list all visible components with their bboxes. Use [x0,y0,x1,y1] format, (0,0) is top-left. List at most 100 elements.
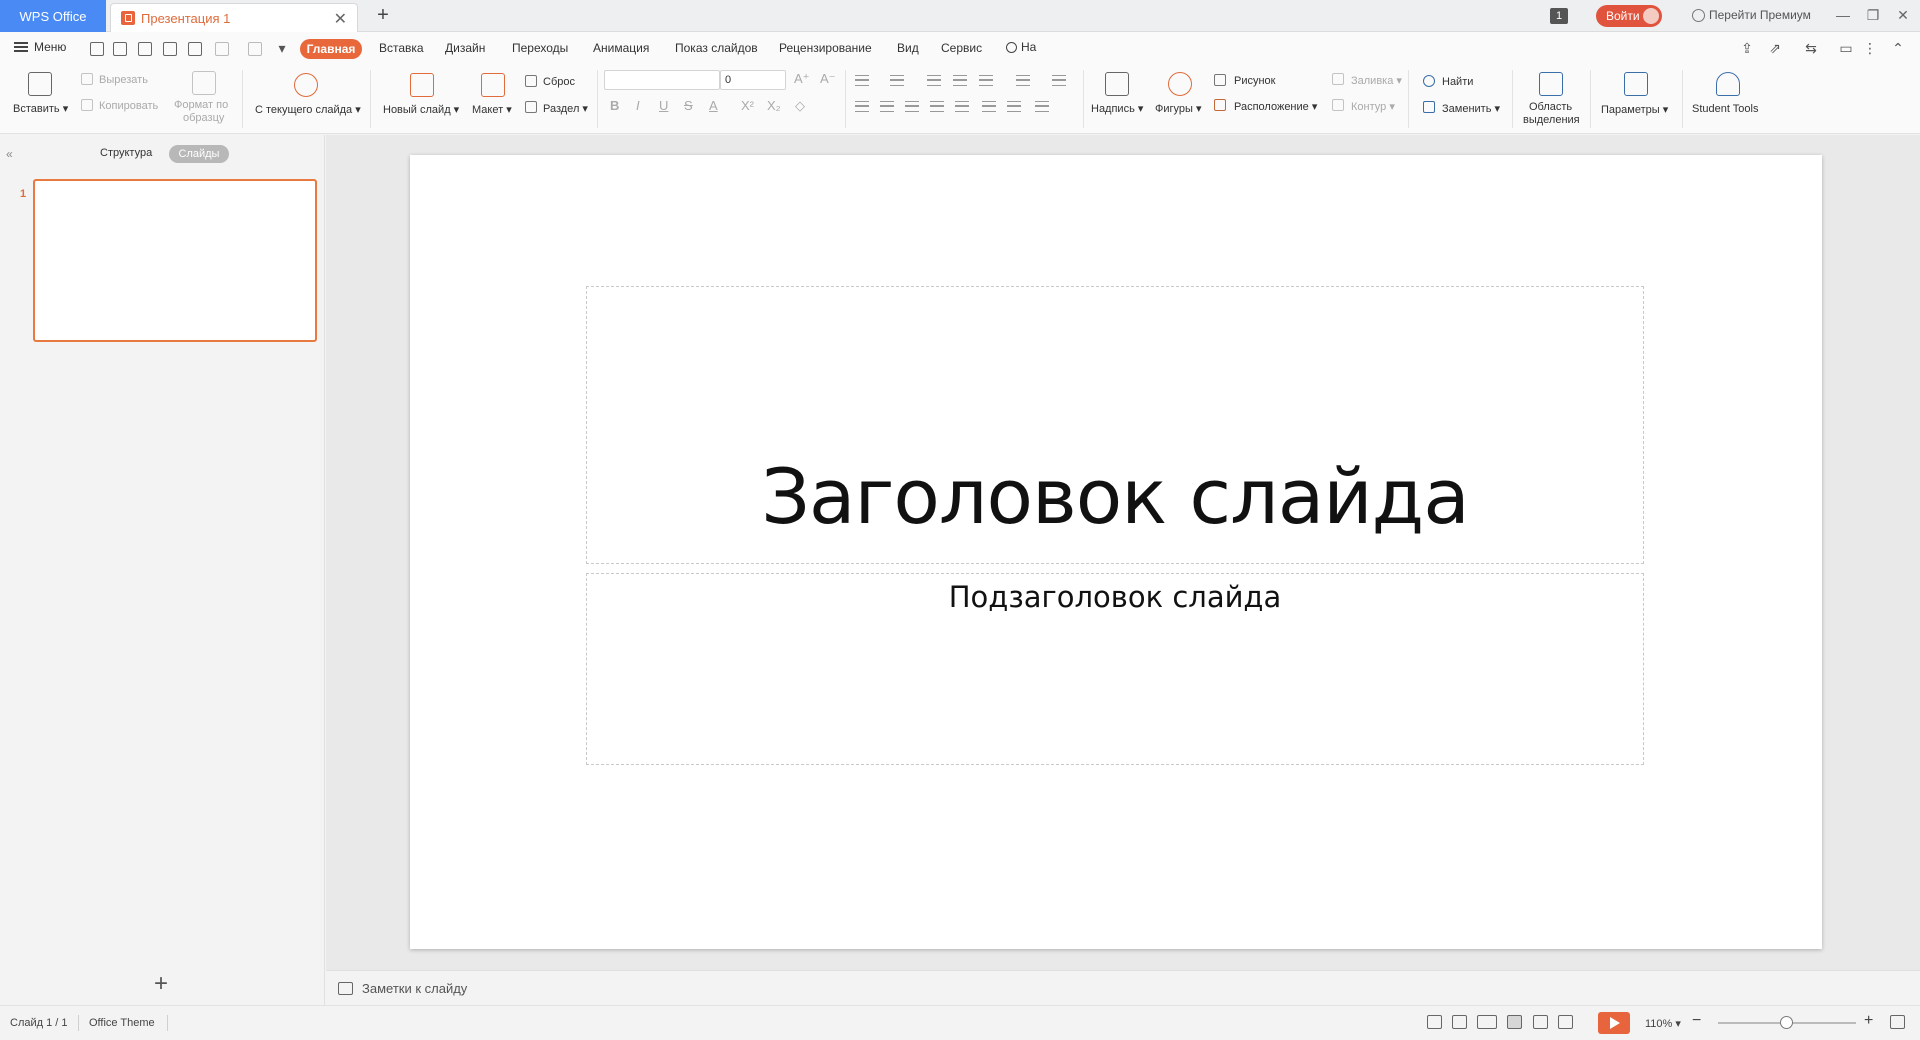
normal-view-icon[interactable] [1507,1015,1522,1029]
slide-sorter-icon[interactable] [1533,1015,1548,1029]
copy-button[interactable]: Копировать [99,100,158,112]
quick-access-dropdown-icon[interactable]: ▾ [274,41,290,55]
zoom-slider-handle[interactable] [1780,1016,1793,1029]
line-spacing-icon[interactable] [982,101,996,112]
decrease-font-icon[interactable]: A⁻ [820,71,836,87]
reading-view-icon[interactable] [1558,1015,1573,1029]
collapse-ribbon-icon[interactable]: ⌃ [1890,41,1906,55]
undo-icon[interactable] [215,42,229,56]
font-size-field[interactable]: 0 [720,70,786,90]
shapes-button[interactable]: Фигуры ▾ [1155,102,1202,115]
tab-animation[interactable]: Анимация [593,41,649,55]
numbering-icon[interactable] [890,75,904,86]
text-direction-icon[interactable] [979,75,993,86]
slideshow-play-button[interactable] [1598,1012,1630,1034]
subscript-icon[interactable]: X₂ [767,98,781,113]
tab-slides[interactable]: Слайды [169,145,229,163]
close-window-icon[interactable]: ✕ [1892,5,1914,25]
document-tab[interactable]: Презентация 1 ✕ [110,3,358,32]
redo-icon[interactable] [248,42,262,56]
strikethrough-icon[interactable]: S [684,98,693,113]
picture-button[interactable]: Рисунок [1234,75,1276,87]
format-brush-icon[interactable] [138,42,152,56]
tab-slideshow[interactable]: Показ слайдов [675,41,758,55]
replace-button[interactable]: Заменить ▾ [1442,102,1500,115]
selection-pane-line2[interactable]: выделения [1523,114,1580,126]
notification-badge[interactable]: 1 [1550,8,1568,24]
decrease-indent-icon[interactable] [927,75,941,86]
new-slide-button[interactable]: Новый слайд ▾ [383,103,459,116]
align-center-icon[interactable] [880,101,894,112]
superscript-icon[interactable]: X² [741,98,754,113]
save-icon[interactable] [113,42,127,56]
title-placeholder[interactable]: Заголовок слайда [586,286,1644,564]
text-box-button[interactable]: Надпись ▾ [1091,102,1143,115]
align-left-icon[interactable] [855,101,869,112]
fill-button[interactable]: Заливка ▾ [1351,74,1402,87]
justify-icon[interactable] [930,101,944,112]
command-search[interactable]: На [1006,40,1036,54]
collapse-panel-icon[interactable]: « [6,147,13,161]
columns-icon[interactable] [1052,75,1066,86]
subtitle-placeholder[interactable]: Подзаголовок слайда [586,573,1644,765]
bullets-icon[interactable] [855,75,869,86]
new-tab-button[interactable]: + [372,4,394,26]
align-right-icon[interactable] [905,101,919,112]
more-options-icon[interactable]: ⋮ [1862,41,1878,55]
find-button[interactable]: Найти [1442,76,1473,88]
zoom-out-icon[interactable]: − [1692,1012,1701,1030]
font-color-icon[interactable]: A [709,98,718,113]
open-folder-icon[interactable] [90,42,104,56]
increase-font-icon[interactable]: A⁺ [794,71,810,87]
tab-outline[interactable]: Структура [100,147,152,159]
share-collab-icon[interactable]: ⇪ [1739,41,1755,55]
comment-icon[interactable]: ▭ [1838,41,1854,55]
zoom-level[interactable]: 110% ▾ [1645,1017,1681,1030]
student-tools-button[interactable]: Student Tools [1692,103,1758,115]
restore-icon[interactable]: ❐ [1862,5,1884,25]
print-preview-icon[interactable] [188,42,202,56]
reset-button[interactable]: Сброс [543,76,575,88]
paragraph-spacing-icon[interactable] [1007,101,1021,112]
italic-icon[interactable]: I [636,98,640,113]
tab-review[interactable]: Рецензирование [779,41,872,55]
clear-format-icon[interactable]: ◇ [795,98,805,114]
zoom-in-icon[interactable]: + [1864,1012,1873,1030]
slide-canvas[interactable]: Заголовок слайда Подзаголовок слайда [410,155,1822,949]
cut-button[interactable]: Вырезать [99,74,148,86]
tab-view[interactable]: Вид [897,41,919,55]
tab-home[interactable]: Главная [300,39,362,59]
distribute-icon[interactable] [955,101,969,112]
increase-indent-icon[interactable] [953,75,967,86]
fit-slide-icon[interactable] [1427,1015,1442,1029]
section-button[interactable]: Раздел ▾ [543,102,588,115]
layout-button[interactable]: Макет ▾ [472,103,512,116]
align-text-icon[interactable] [1016,75,1030,86]
format-painter-line2[interactable]: образцу [183,112,224,124]
theme-name[interactable]: Office Theme [89,1017,155,1029]
paste-button[interactable]: Вставить ▾ [13,102,68,115]
arrange-button[interactable]: Расположение ▾ [1234,100,1317,113]
add-slide-button[interactable]: + [150,972,172,996]
tab-transitions[interactable]: Переходы [512,41,568,55]
export-icon[interactable]: ⇗ [1767,41,1783,55]
selection-pane-line1[interactable]: Область [1529,101,1572,113]
close-tab-icon[interactable]: ✕ [334,9,347,29]
font-name-field[interactable] [604,70,720,90]
notes-toggle-icon[interactable] [1452,1015,1467,1029]
bold-icon[interactable]: B [610,98,619,113]
slide-thumbnail[interactable] [33,179,317,342]
comments-view-icon[interactable] [1477,1015,1497,1029]
options-button[interactable]: Параметры ▾ [1601,103,1668,116]
tab-design[interactable]: Дизайн [445,41,485,55]
from-current-slide-button[interactable]: С текущего слайда ▾ [255,103,361,116]
premium-link[interactable]: Перейти Премиум [1692,8,1811,22]
tab-insert[interactable]: Вставка [379,41,424,55]
login-button[interactable]: Войти [1596,5,1662,27]
print-icon[interactable] [163,42,177,56]
tab-tools[interactable]: Сервис [941,41,982,55]
underline-icon[interactable]: U [659,98,668,113]
notes-bar[interactable]: Заметки к слайду [326,970,1920,1005]
sync-icon[interactable]: ⇆ [1803,41,1819,55]
outline-button[interactable]: Контур ▾ [1351,100,1395,113]
